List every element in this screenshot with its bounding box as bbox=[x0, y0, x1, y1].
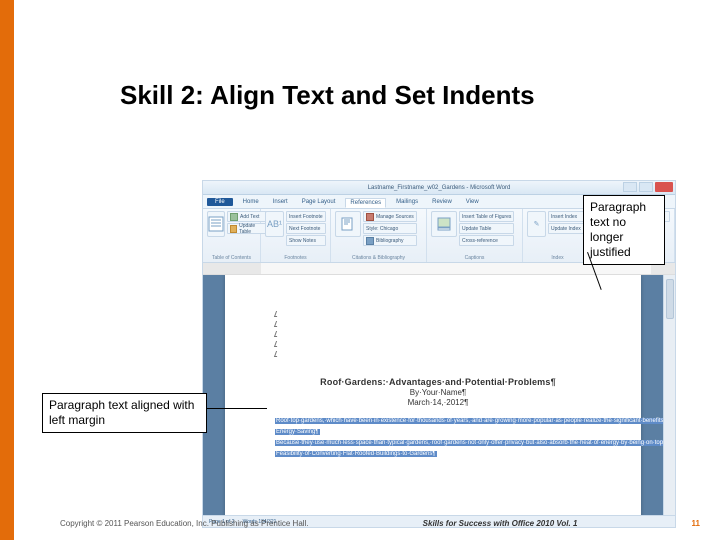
page-number: 11 bbox=[692, 519, 700, 528]
page: Roof·Gardens:·Advantages·and·Potential·P… bbox=[225, 275, 641, 515]
book-icon bbox=[366, 237, 374, 245]
accent-bar bbox=[0, 0, 14, 540]
group-captions: Insert Table of Figures Update Table Cro… bbox=[427, 209, 523, 262]
tab-view[interactable]: View bbox=[462, 198, 483, 206]
slide: Skill 2: Align Text and Set Indents Last… bbox=[0, 0, 720, 540]
tab-insert[interactable]: Insert bbox=[269, 198, 292, 206]
insert-endnote-label: Insert Footnote bbox=[289, 214, 323, 220]
sources-icon bbox=[366, 213, 374, 221]
footnote-icon: AB¹ bbox=[267, 219, 282, 229]
ruler-left-margin bbox=[203, 263, 261, 274]
scrollbar-vertical[interactable] bbox=[663, 275, 675, 515]
group-label-index: Index bbox=[523, 255, 592, 261]
minimize-button[interactable] bbox=[623, 182, 637, 192]
style-dropdown[interactable]: Style: Chicago bbox=[363, 223, 417, 234]
tab-page-layout[interactable]: Page Layout bbox=[298, 198, 340, 206]
show-notes-label: Show Notes bbox=[289, 238, 316, 244]
xref-label: Cross-reference bbox=[462, 238, 498, 244]
group-label-citations: Citations & Bibliography bbox=[331, 255, 426, 261]
caption-icon bbox=[436, 216, 452, 232]
toc-icon bbox=[208, 216, 224, 232]
doc-title: Roof·Gardens:·Advantages·and·Potential·P… bbox=[275, 377, 601, 387]
page-content[interactable]: Roof·Gardens:·Advantages·and·Potential·P… bbox=[225, 275, 641, 481]
callout-left: Paragraph text aligned with left margin bbox=[42, 393, 207, 433]
footer-series: Skills for Success with Office 2010 Vol.… bbox=[423, 519, 578, 528]
footer-copyright: Copyright © 2011 Pearson Education, Inc.… bbox=[60, 519, 309, 528]
doc-date: March·14,·2012¶ bbox=[275, 398, 601, 407]
bibliography-label: Bibliography bbox=[376, 238, 404, 244]
para-3a: Because·they·use·much·less·space·than·ty… bbox=[275, 440, 675, 446]
titlebar-text: Lastname_Firstname_w02_Gardens - Microso… bbox=[368, 185, 511, 191]
mark-entry-button[interactable]: ✎ bbox=[527, 211, 546, 237]
group-footnotes: AB¹ Insert Footnote Next Footnote Show N… bbox=[261, 209, 331, 262]
next-footnote-button[interactable]: Next Footnote bbox=[286, 223, 326, 234]
insert-citation-button[interactable] bbox=[335, 211, 361, 237]
para-1: Roof·top·gardens,·which·have·been·in·exi… bbox=[275, 418, 675, 424]
insert-footnote-button[interactable]: AB¹ bbox=[265, 211, 284, 237]
mark-entry-icon: ✎ bbox=[534, 220, 540, 228]
insert-index-label: Insert Index bbox=[551, 214, 577, 220]
group-label-toc: Table of Contents bbox=[203, 255, 260, 261]
group-label-captions: Captions bbox=[427, 255, 522, 261]
toc-button[interactable] bbox=[207, 211, 225, 237]
tab-home[interactable]: Home bbox=[239, 198, 263, 206]
next-footnote-label: Next Footnote bbox=[289, 226, 320, 232]
footer: Copyright © 2011 Pearson Education, Inc.… bbox=[60, 519, 700, 528]
slide-title: Skill 2: Align Text and Set Indents bbox=[120, 80, 535, 111]
maximize-button[interactable] bbox=[639, 182, 653, 192]
tab-references[interactable]: References bbox=[345, 198, 386, 208]
scrollbar-thumb[interactable] bbox=[666, 279, 674, 319]
tof-label: Insert Table of Figures bbox=[462, 214, 511, 220]
callout-right: Paragraph text no longer justified bbox=[583, 195, 665, 265]
plus-icon bbox=[230, 213, 238, 221]
para-2: Energy·Saving¶ bbox=[275, 429, 320, 435]
close-button[interactable] bbox=[655, 182, 673, 192]
group-toc: Add Text Update Table Table of Contents bbox=[203, 209, 261, 262]
manage-sources-button[interactable]: Manage Sources bbox=[363, 211, 417, 222]
update-index-button[interactable]: Update Index bbox=[548, 223, 588, 234]
callout-left-leader bbox=[207, 408, 267, 409]
tab-file[interactable]: File bbox=[207, 198, 233, 206]
paragraph-marks bbox=[275, 311, 279, 365]
citation-icon bbox=[340, 216, 356, 232]
group-citations: Manage Sources Style: Chicago Bibliograp… bbox=[331, 209, 427, 262]
selected-text: Roof·top·gardens,·which·have·been·in·exi… bbox=[275, 417, 601, 459]
show-notes-button[interactable]: Show Notes bbox=[286, 235, 326, 246]
refresh-icon bbox=[230, 225, 237, 233]
titlebar: Lastname_Firstname_w02_Gardens - Microso… bbox=[203, 181, 675, 195]
tab-mailings[interactable]: Mailings bbox=[392, 198, 422, 206]
update-caption-table-button[interactable]: Update Table bbox=[459, 223, 514, 234]
insert-caption-button[interactable] bbox=[431, 211, 457, 237]
update-index-label: Update Index bbox=[551, 226, 581, 232]
add-text-label: Add Text bbox=[240, 214, 259, 220]
para-4: Feasibility·of·Converting·Flat·Roofed·Bu… bbox=[275, 451, 437, 457]
document-area: Roof·Gardens:·Advantages·and·Potential·P… bbox=[203, 275, 675, 515]
group-label-footnotes: Footnotes bbox=[261, 255, 330, 261]
insert-endnote-button[interactable]: Insert Footnote bbox=[286, 211, 326, 222]
style-label: Style: Chicago bbox=[366, 226, 398, 232]
bibliography-button[interactable]: Bibliography bbox=[363, 235, 417, 246]
tab-review[interactable]: Review bbox=[428, 198, 456, 206]
cross-reference-button[interactable]: Cross-reference bbox=[459, 235, 514, 246]
update-caption-label: Update Table bbox=[462, 226, 491, 232]
doc-byline: By·Your·Name¶ bbox=[275, 388, 601, 397]
manage-sources-label: Manage Sources bbox=[376, 214, 414, 220]
insert-index-button[interactable]: Insert Index bbox=[548, 211, 588, 222]
insert-tof-button[interactable]: Insert Table of Figures bbox=[459, 211, 514, 222]
